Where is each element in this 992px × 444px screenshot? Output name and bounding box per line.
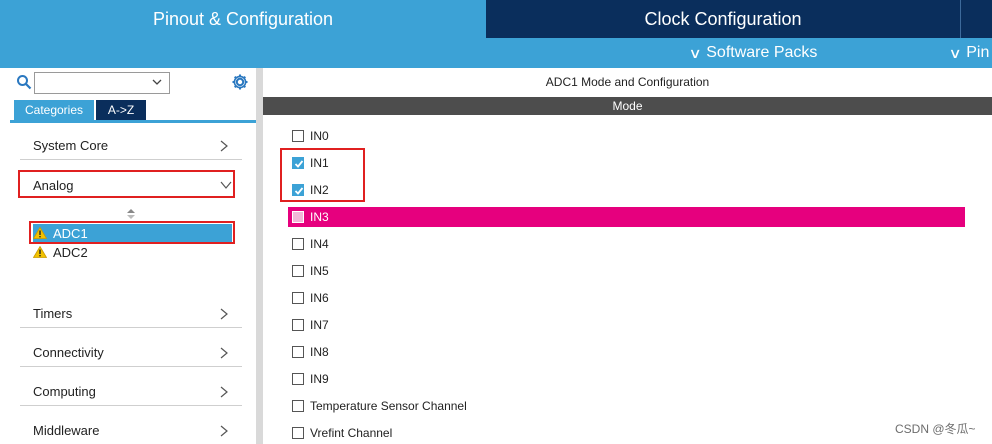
channel-checkbox[interactable] [292,319,304,331]
search-row [14,71,254,95]
category-label: Computing [33,384,96,399]
chevron-right-icon [220,308,228,320]
channel-checkbox[interactable] [292,400,304,412]
panel-splitter[interactable] [256,68,263,444]
pinout-menu-label: Pin [966,44,990,61]
channel-label: IN7 [310,318,329,332]
channel-checkbox[interactable] [292,238,304,250]
channel-label: IN6 [310,291,329,305]
channel-temperature-sensor-channel[interactable]: Temperature Sensor Channel [292,396,467,416]
tab-pinout-configuration[interactable]: Pinout & Configuration [0,0,486,38]
channel-in0[interactable]: IN0 [292,126,329,146]
channel-in7[interactable]: IN7 [292,315,329,335]
chevron-down-icon: ∨ [688,44,702,61]
channel-in9[interactable]: IN9 [292,369,329,389]
channel-vrefint-channel[interactable]: Vrefint Channel [292,423,392,443]
channel-checkbox[interactable] [292,373,304,385]
category-computing[interactable]: Computing [20,378,242,406]
annotation-box-adc1 [29,221,235,244]
category-middleware[interactable]: Middleware [20,417,242,444]
category-system-core[interactable]: System Core [20,132,242,160]
main-tabs: Pinout & Configuration Clock Configurati… [0,0,992,38]
chevron-right-icon [220,140,228,152]
channel-checkbox[interactable] [292,211,304,223]
channel-label: IN5 [310,264,329,278]
channel-label: IN8 [310,345,329,359]
peripheral-label: ADC2 [53,244,88,260]
mode-section-header[interactable]: Mode [263,97,992,115]
chevron-down-icon: ∨ [948,44,962,61]
category-connectivity[interactable]: Connectivity [20,339,242,367]
category-label: Connectivity [33,345,104,360]
tab-a-z[interactable]: A->Z [96,100,146,120]
category-label: System Core [33,138,109,153]
sort-icon[interactable] [126,208,136,220]
channel-label: IN9 [310,372,329,386]
annotation-box-analog [18,170,235,198]
chevron-right-icon [220,347,228,359]
sub-toolbar: ∨ Software Packs ∨ Pin [0,38,992,68]
chevron-down-icon[interactable] [151,76,163,88]
channel-in4[interactable]: IN4 [292,234,329,254]
channel-label: IN0 [310,129,329,143]
panel-title: ADC1 Mode and Configuration [545,75,710,89]
tab-clock-configuration[interactable]: Clock Configuration [486,0,960,38]
annotation-box-in1-in2 [280,148,365,202]
category-label: Middleware [33,423,100,438]
categories-panel: Categories A->Z System Core Analog ADC1 … [0,68,256,444]
peripheral-item-adc2[interactable]: ADC2 [33,243,232,261]
software-packs-menu[interactable]: ∨ Software Packs [688,38,818,68]
channel-label: Temperature Sensor Channel [310,399,467,413]
category-label: Timers [33,306,73,321]
search-input[interactable] [34,72,170,94]
channel-label: Vrefint Channel [310,426,393,440]
tab-underline [10,120,256,123]
category-view-tabs: Categories A->Z [14,100,146,120]
category-timers[interactable]: Timers [20,300,242,328]
channel-checkbox[interactable] [292,265,304,277]
channel-checkbox[interactable] [292,427,304,439]
channel-label: IN3 [310,210,329,224]
chevron-right-icon [220,425,228,437]
channel-in6[interactable]: IN6 [292,288,329,308]
chevron-right-icon [220,386,228,398]
tab-more[interactable] [960,0,992,38]
watermark: CSDN @冬瓜~ [895,422,976,436]
channel-checkbox[interactable] [292,130,304,142]
channel-in3[interactable]: IN3 [288,207,965,227]
warning-icon [33,246,47,258]
channel-in8[interactable]: IN8 [292,342,329,362]
gear-icon[interactable] [230,72,250,92]
tab-categories[interactable]: Categories [14,100,94,120]
search-icon[interactable] [16,74,32,90]
channel-in5[interactable]: IN5 [292,261,329,281]
channel-checkbox[interactable] [292,346,304,358]
software-packs-label: Software Packs [706,44,818,61]
pinout-menu[interactable]: ∨ Pin [948,38,990,68]
channel-checkbox[interactable] [292,292,304,304]
channel-label: IN4 [310,237,329,251]
